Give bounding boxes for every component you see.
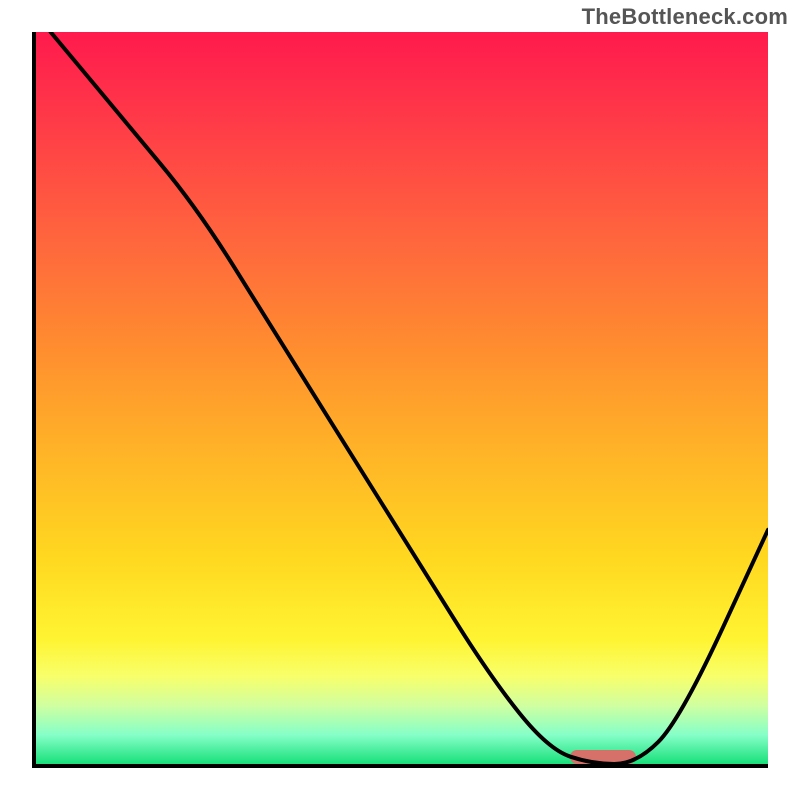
watermark-text: TheBottleneck.com — [582, 4, 788, 30]
curve-path — [51, 32, 768, 764]
chart-canvas: TheBottleneck.com — [0, 0, 800, 800]
plot-area — [32, 32, 768, 768]
bottleneck-curve — [36, 32, 768, 764]
